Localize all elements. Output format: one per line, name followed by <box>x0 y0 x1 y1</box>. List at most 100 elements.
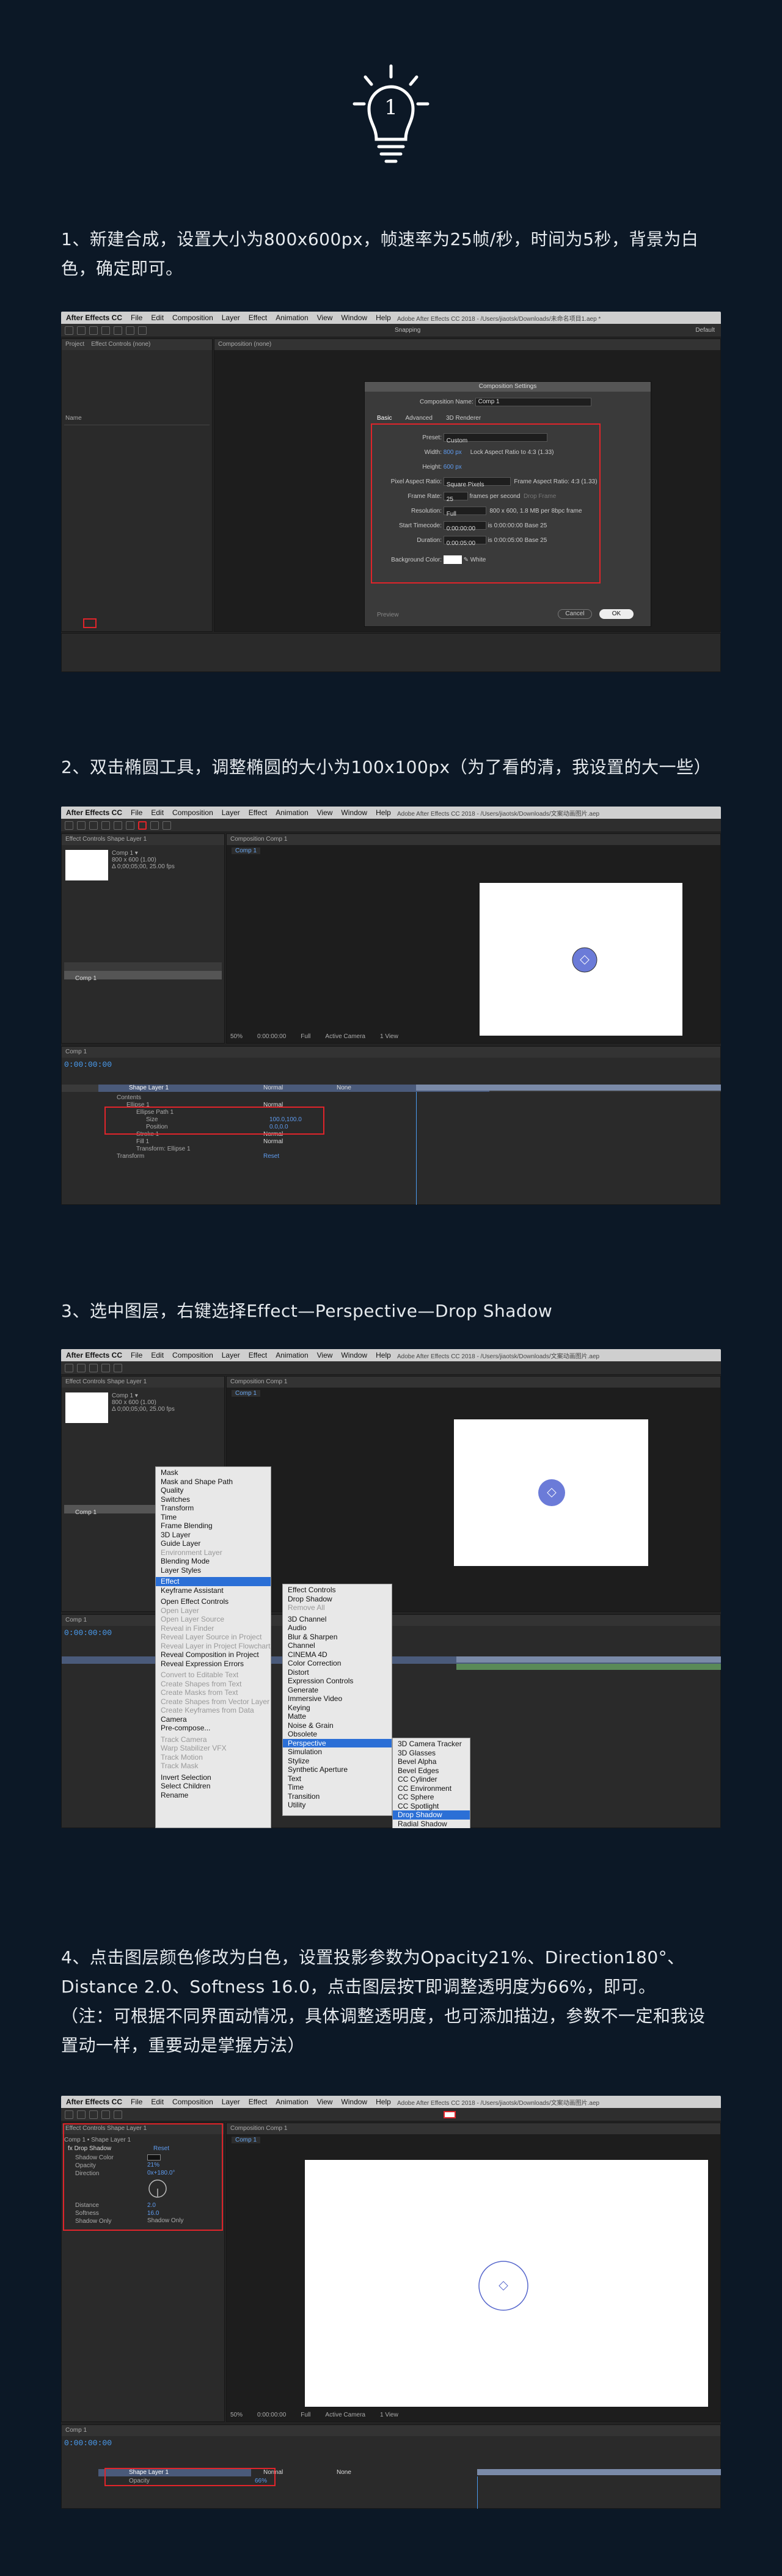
fx-color-correction[interactable]: Color Correction <box>283 1659 392 1668</box>
hand-tool-icon[interactable] <box>77 326 86 335</box>
menu-window[interactable]: Window <box>341 2098 367 2106</box>
fx-remove-all[interactable]: Remove All <box>283 1603 392 1612</box>
tab-project[interactable]: Project <box>65 341 84 348</box>
ctx-rename[interactable]: Rename <box>156 1791 271 1800</box>
menu-effect[interactable]: Effect <box>249 2098 267 2106</box>
fx-perspective[interactable]: Perspective <box>283 1738 392 1747</box>
fx-time[interactable]: Time <box>283 1783 392 1792</box>
rotate-tool-icon[interactable] <box>101 821 110 830</box>
menu-animation[interactable]: Animation <box>276 313 308 322</box>
preset-select[interactable]: Custom <box>443 433 547 444</box>
ellipse-tool-icon[interactable] <box>114 1363 122 1372</box>
rotate-tool-icon[interactable] <box>101 1363 110 1372</box>
menu-layer[interactable]: Layer <box>222 2098 240 2106</box>
fx-matte[interactable]: Matte <box>283 1712 392 1721</box>
comp-name-input[interactable]: Comp 1 <box>475 398 591 406</box>
menu-edit[interactable]: Edit <box>151 808 164 817</box>
zoom-tool-icon[interactable] <box>89 1363 98 1372</box>
ctx-track-camera[interactable]: Track Camera <box>156 1735 271 1744</box>
ctx-reveal-finder[interactable]: Reveal in Finder <box>156 1624 271 1633</box>
fx-obsolete[interactable]: Obsolete <box>283 1730 392 1739</box>
current-time[interactable]: 0:00:00:00 <box>257 1033 286 1040</box>
tab-composition[interactable]: Composition Comp 1 <box>227 2123 720 2134</box>
menu-effect[interactable]: Effect <box>249 808 267 817</box>
zoom-tool-icon[interactable] <box>89 821 98 830</box>
ctx-open-layer[interactable]: Open Layer <box>156 1606 271 1615</box>
ctx-time[interactable]: Time <box>156 1513 271 1522</box>
menu-file[interactable]: File <box>131 313 142 322</box>
shape-tool-icon[interactable] <box>114 326 122 335</box>
res-select[interactable]: Full <box>443 507 486 518</box>
views-select[interactable]: 1 View <box>380 1033 398 1040</box>
ellipse-shape[interactable] <box>476 2258 531 2313</box>
menu-animation[interactable]: Animation <box>276 1351 308 1359</box>
mode-select[interactable]: Normal <box>263 1085 283 1091</box>
fx-synthetic-aperture[interactable]: Synthetic Aperture <box>283 1765 392 1774</box>
fx-transition[interactable]: Transition <box>283 1792 392 1801</box>
tab-basic[interactable]: Basic <box>377 415 392 422</box>
ctx-transform[interactable]: Transform <box>156 1504 271 1513</box>
ellipse-tool-icon[interactable] <box>114 2110 122 2119</box>
ctx-mask-shape-path[interactable]: Mask and Shape Path <box>156 1477 271 1487</box>
menu-composition[interactable]: Composition <box>172 2098 213 2106</box>
hand-tool-icon[interactable] <box>77 2110 86 2119</box>
duration-input[interactable]: 0:00:05:00 <box>443 536 486 547</box>
selection-tool-icon[interactable] <box>65 326 73 335</box>
ctx-guide-layer[interactable]: Guide Layer <box>156 1539 271 1548</box>
hand-tool-icon[interactable] <box>77 821 86 830</box>
menu-effect[interactable]: Effect <box>249 1351 267 1359</box>
ctx-camera[interactable]: Camera <box>156 1715 271 1724</box>
fx-drop-shadow-last[interactable]: Drop Shadow <box>283 1595 392 1604</box>
persp-cc-environment[interactable]: CC Environment <box>393 1784 470 1793</box>
current-time[interactable]: 0:00:00:00 <box>257 2412 286 2418</box>
project-item-comp1[interactable]: Comp 1 <box>64 1509 97 1516</box>
height-input[interactable]: 600 px <box>444 464 462 470</box>
tab-composition[interactable]: Composition Comp 1 <box>227 1377 720 1388</box>
tab-timeline[interactable]: Comp 1 <box>65 2427 87 2434</box>
persp-drop-shadow[interactable]: Drop Shadow <box>393 1810 470 1820</box>
menu-edit[interactable]: Edit <box>151 2098 164 2106</box>
persp-bevel-alpha[interactable]: Bevel Alpha <box>393 1757 470 1766</box>
menu-layer[interactable]: Layer <box>222 808 240 817</box>
menu-help[interactable]: Help <box>376 313 391 322</box>
menu-composition[interactable]: Composition <box>172 808 213 817</box>
fill-mode[interactable]: Normal <box>263 1138 283 1146</box>
text-tool-icon[interactable] <box>163 821 171 830</box>
persp-cc-sphere[interactable]: CC Sphere <box>393 1793 470 1802</box>
persp-radial-shadow[interactable]: Radial Shadow <box>393 1820 470 1829</box>
menu-view[interactable]: View <box>317 808 333 817</box>
app-name[interactable]: After Effects CC <box>66 1351 122 1359</box>
ctx-keyframe-assistant[interactable]: Keyframe Assistant <box>156 1586 271 1595</box>
preview-checkbox[interactable]: Preview <box>377 612 399 618</box>
fx-utility[interactable]: Utility <box>283 1801 392 1810</box>
ctx-track-motion[interactable]: Track Motion <box>156 1753 271 1762</box>
layer-duration-bar[interactable] <box>477 2469 721 2475</box>
timeline-timecode[interactable]: 0:00:00:00 <box>64 2439 112 2448</box>
fx-keying[interactable]: Keying <box>283 1703 392 1713</box>
tab-effect-controls[interactable]: Effect Controls Shape Layer 1 <box>62 834 224 845</box>
persp-bevel-edges[interactable]: Bevel Edges <box>393 1766 470 1776</box>
menu-effect[interactable]: Effect <box>249 313 267 322</box>
tab-advanced[interactable]: Advanced <box>405 415 432 422</box>
fx-channel[interactable]: Channel <box>283 1641 392 1650</box>
menu-help[interactable]: Help <box>376 2098 391 2106</box>
menu-composition[interactable]: Composition <box>172 1351 213 1359</box>
menu-animation[interactable]: Animation <box>276 808 308 817</box>
ctx-shapes-from-vector[interactable]: Create Shapes from Vector Layer <box>156 1697 271 1707</box>
menu-edit[interactable]: Edit <box>151 313 164 322</box>
ctx-reveal-layer-source[interactable]: Reveal Layer Source in Project <box>156 1633 271 1642</box>
rotate-tool-icon[interactable] <box>101 326 110 335</box>
ctx-reveal-expr-errors[interactable]: Reveal Expression Errors <box>156 1659 271 1669</box>
parent-select[interactable]: None <box>337 1085 351 1091</box>
ctx-shapes-from-text[interactable]: Create Shapes from Text <box>156 1680 271 1689</box>
layer-duration-bar[interactable] <box>456 1656 721 1663</box>
tab-timeline[interactable]: Comp 1 <box>65 1617 87 1623</box>
fx-distort[interactable]: Distort <box>283 1668 392 1677</box>
snapping-toggle[interactable]: Snapping <box>395 327 420 334</box>
app-name[interactable]: After Effects CC <box>66 313 122 322</box>
menu-window[interactable]: Window <box>341 1351 367 1359</box>
fps-input[interactable]: 25 <box>443 492 468 503</box>
persp-3d-glasses[interactable]: 3D Glasses <box>393 1749 470 1758</box>
row-transform-ellipse[interactable]: Transform: Ellipse 1 <box>117 1146 191 1153</box>
ctx-open-layer-source[interactable]: Open Layer Source <box>156 1615 271 1624</box>
